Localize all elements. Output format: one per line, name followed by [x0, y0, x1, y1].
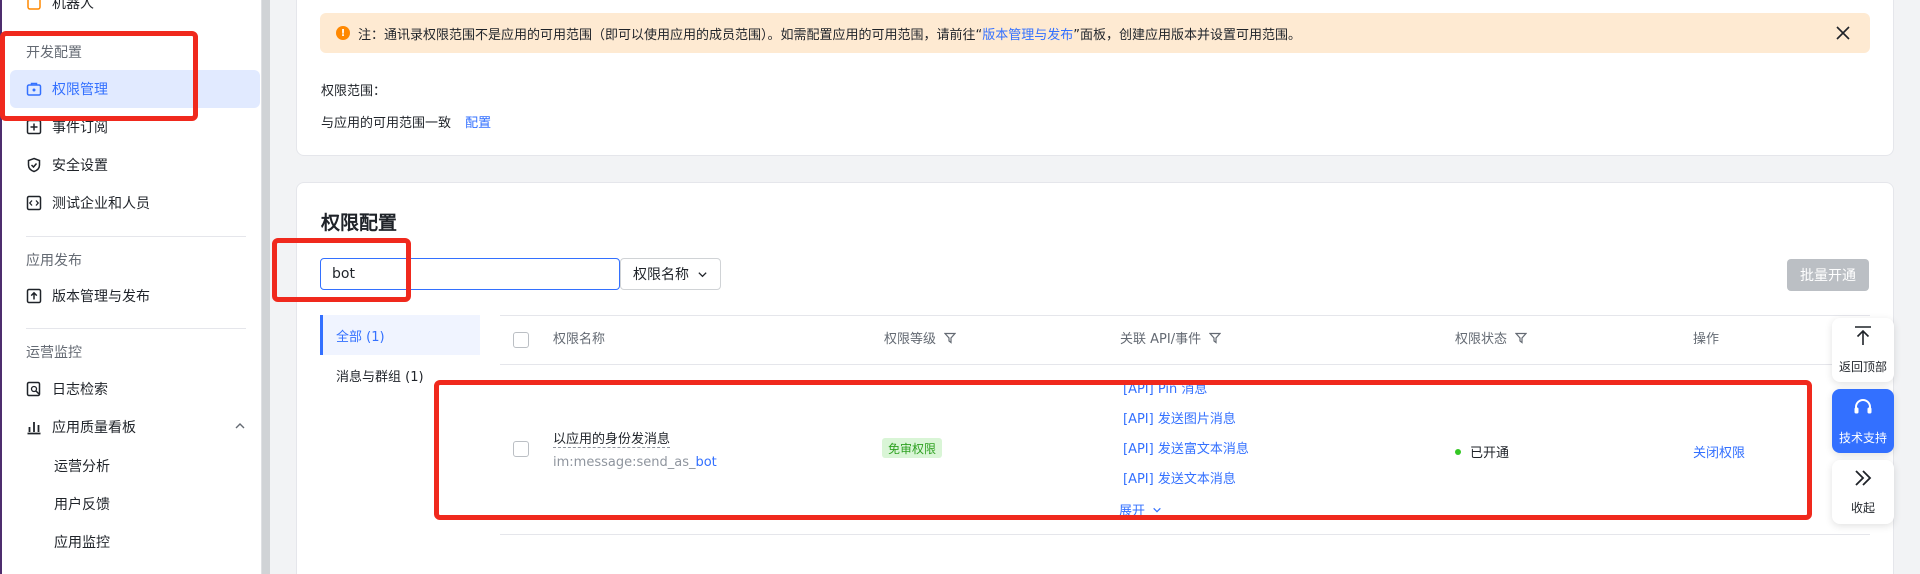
back-to-top-button[interactable]: 返回顶部: [1832, 318, 1894, 382]
api-link[interactable]: [API] 发送富文本消息: [1123, 438, 1249, 457]
chevron-down-icon: [697, 269, 708, 280]
sidebar-item-label: 版本管理与发布: [52, 289, 150, 305]
column-level-label: 权限等级: [884, 332, 937, 347]
column-action: 操作: [1693, 332, 1720, 347]
column-api-label: 关联 API/事件: [1120, 332, 1202, 347]
section-dev-config: 开发配置: [26, 45, 82, 61]
filter-icon[interactable]: [1515, 332, 1528, 344]
close-permission-link[interactable]: 关闭权限: [1693, 442, 1745, 461]
sidebar-item-version-release[interactable]: 版本管理与发布: [10, 277, 260, 315]
permission-code: im:message:send_as_bot: [553, 455, 717, 470]
sidebar-item-label: 权限管理: [52, 82, 108, 98]
sidebar-sub-feedback[interactable]: 用户反馈: [54, 494, 110, 514]
filter-select-label: 权限名称: [633, 267, 689, 283]
column-status-label: 权限状态: [1455, 332, 1508, 347]
notice-text: 注：通讯录权限范围不是应用的可用范围（即可以使用应用的成员范围）。如需配置应用的…: [358, 27, 1302, 43]
support-button[interactable]: 技术支持: [1832, 389, 1894, 453]
double-chevron-right-icon: [1853, 468, 1873, 493]
status-label: 已开通: [1470, 446, 1510, 461]
sidebar-item-label: 日志检索: [52, 382, 108, 398]
batch-enable-button[interactable]: 批量开通: [1787, 259, 1869, 291]
sidebar-divider: [26, 236, 246, 237]
permission-icon: [26, 81, 42, 97]
sidebar-item-label: 事件订阅: [52, 120, 108, 136]
window-edge: [0, 0, 2, 574]
status-dot: [1455, 448, 1461, 455]
scope-config-link[interactable]: 配置: [465, 116, 491, 131]
sidebar-item-label: 安全设置: [52, 158, 108, 174]
scope-label: 权限范围：: [321, 84, 387, 99]
log-search-icon: [26, 381, 42, 397]
sidebar-item-label: 测试企业和人员: [52, 196, 150, 212]
sidebar: 机器人 开发配置 权限管理 事件订阅 安全设置 测试企业和人员 应用发布 版本管…: [0, 0, 262, 574]
scope-value: 与应用的可用范围一致 配置: [321, 116, 492, 131]
shield-icon: [26, 157, 42, 173]
column-status[interactable]: 权限状态: [1455, 328, 1528, 347]
expand-link[interactable]: 展开: [1119, 500, 1162, 519]
sidebar-divider: [26, 328, 246, 329]
arrow-up-icon: [1853, 325, 1873, 352]
filter-select[interactable]: 权限名称: [620, 258, 721, 290]
permission-name: 以应用的身份发消息: [553, 428, 671, 448]
permission-config-title: 权限配置: [321, 212, 398, 234]
back-to-top-label: 返回顶部: [1838, 360, 1887, 374]
sidebar-scrollbar[interactable]: [262, 0, 270, 574]
sidebar-item-log-search[interactable]: 日志检索: [10, 370, 260, 408]
sidebar-item-test-enterprise[interactable]: 测试企业和人员: [10, 184, 260, 222]
row-checkbox[interactable]: [513, 441, 529, 457]
collapse-label: 收起: [1850, 501, 1875, 515]
column-level[interactable]: 权限等级: [884, 328, 957, 347]
level-tag: 免审权限: [882, 438, 943, 458]
bar-chart-icon: [26, 419, 42, 435]
search-input[interactable]: [320, 258, 620, 290]
filter-icon[interactable]: [1209, 332, 1222, 344]
warning-icon: !: [336, 26, 350, 40]
sidebar-item-label: 机器人: [52, 0, 94, 12]
category-messages[interactable]: 消息与群组 (1): [320, 355, 480, 395]
chevron-up-icon: [234, 420, 246, 436]
collapse-button[interactable]: 收起: [1832, 460, 1894, 524]
chevron-down-icon: [1152, 505, 1162, 515]
section-ops: 运营监控: [26, 345, 82, 361]
column-api[interactable]: 关联 API/事件: [1120, 328, 1222, 347]
column-name: 权限名称: [553, 332, 606, 347]
expand-label: 展开: [1119, 504, 1146, 519]
api-link[interactable]: [API] 发送文本消息: [1123, 468, 1236, 487]
select-all-checkbox[interactable]: [513, 332, 529, 348]
support-label: 技术支持: [1838, 431, 1887, 445]
api-link[interactable]: [API] 发送图片消息: [1123, 408, 1236, 427]
api-link[interactable]: [API] Pin 消息: [1123, 378, 1207, 397]
upload-icon: [26, 288, 42, 304]
sidebar-item-events[interactable]: 事件订阅: [10, 108, 260, 146]
sidebar-item-quality-board[interactable]: 应用质量看板: [10, 408, 260, 446]
filter-icon[interactable]: [944, 332, 957, 344]
code-icon: [26, 195, 42, 211]
status-badge: 已开通: [1455, 442, 1509, 461]
sidebar-item-label: 应用质量看板: [52, 420, 136, 436]
close-icon[interactable]: [1836, 23, 1850, 43]
event-icon: [26, 119, 42, 135]
sidebar-sub-ops-analysis[interactable]: 运营分析: [54, 456, 110, 476]
bot-icon: [26, 0, 42, 11]
category-all[interactable]: 全部 (1): [320, 315, 480, 355]
sidebar-sub-monitor[interactable]: 应用监控: [54, 532, 110, 552]
sidebar-item-permissions[interactable]: 权限管理: [10, 70, 260, 108]
notice-banner: ! 注：通讯录权限范围不是应用的可用范围（即可以使用应用的成员范围）。如需配置应…: [320, 13, 1870, 53]
section-release: 应用发布: [26, 253, 82, 269]
sidebar-item-bot[interactable]: 机器人: [10, 0, 260, 22]
notice-version-link[interactable]: 版本管理与发布: [982, 28, 1073, 43]
headset-icon: [1852, 396, 1874, 423]
sidebar-item-security[interactable]: 安全设置: [10, 146, 260, 184]
